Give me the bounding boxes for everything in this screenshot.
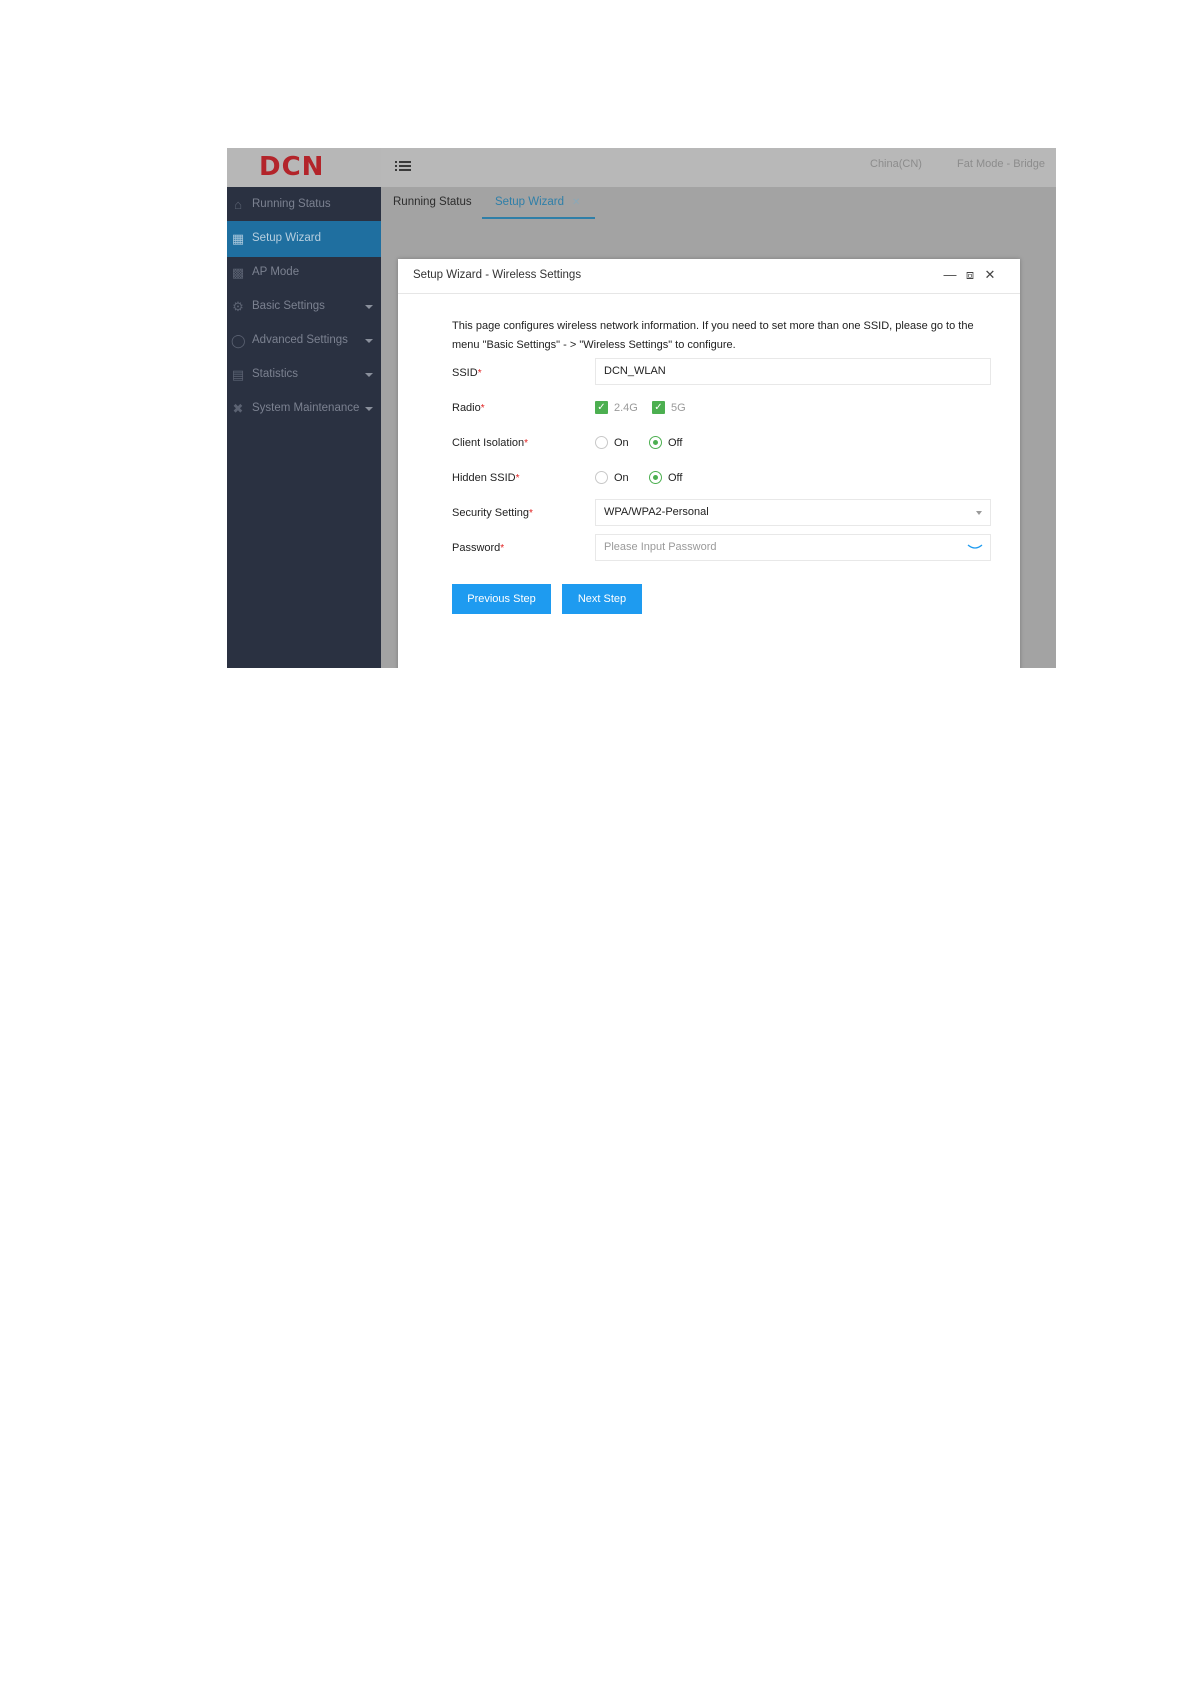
maximize-icon[interactable]: ⧈ xyxy=(962,267,978,283)
dcn-logo: DCN xyxy=(259,152,325,182)
hidden-ssid-on-label: On xyxy=(614,472,629,484)
router-admin-screenshot: DCN China(CN) Fat Mode - Bridge ⌂ Runnin… xyxy=(227,148,1056,668)
sidebar-item-label: System Maintenance xyxy=(252,402,360,414)
radio-5g-label: 5G xyxy=(671,402,686,414)
client-isolation-on-label: On xyxy=(614,437,629,449)
sidebar-item-label: Setup Wizard xyxy=(252,232,322,244)
chevron-down-icon xyxy=(365,339,373,343)
minimize-icon[interactable]: — xyxy=(942,267,958,283)
gear-icon: ⚙ xyxy=(232,299,244,314)
client-isolation-label: Client Isolation* xyxy=(452,437,529,449)
hidden-ssid-off-label: Off xyxy=(668,472,683,484)
home-icon: ⌂ xyxy=(234,197,242,212)
chevron-down-icon xyxy=(365,373,373,377)
chevron-down-icon xyxy=(976,511,982,515)
chevron-down-icon xyxy=(365,305,373,309)
client-isolation-off-label: Off xyxy=(668,437,683,449)
logo-area: DCN xyxy=(227,148,381,187)
radio-2g-checkbox[interactable]: ✓ xyxy=(595,401,608,414)
sidebar-item-label: Statistics xyxy=(252,368,299,380)
list-icon: ▤ xyxy=(231,367,245,382)
password-input[interactable]: Please Input Password xyxy=(595,534,991,561)
top-header-bar: DCN China(CN) Fat Mode - Bridge xyxy=(227,148,1056,187)
sidebar-item-label: AP Mode xyxy=(252,266,300,278)
sidebar-item-basic-settings[interactable]: ⚙ Basic Settings xyxy=(227,289,381,325)
grid-icon: ▩ xyxy=(231,265,245,280)
sidebar-item-setup-wizard[interactable]: ▦ Setup Wizard xyxy=(227,221,381,257)
sidebar-item-advanced-settings[interactable]: ◯ Advanced Settings xyxy=(227,323,381,359)
chevron-down-icon xyxy=(365,407,373,411)
security-setting-value: WPA/WPA2-Personal xyxy=(604,506,709,518)
radio-5g-checkbox[interactable]: ✓ xyxy=(652,401,665,414)
security-setting-label: Security Setting* xyxy=(452,507,533,519)
dialog-header: Setup Wizard - Wireless Settings — ⧈ ✕ xyxy=(398,259,1020,294)
sidebar-item-label: Basic Settings xyxy=(252,300,325,312)
radio-label: Radio* xyxy=(452,402,485,414)
circle-icon: ◯ xyxy=(231,333,246,348)
setup-wizard-dialog: Setup Wizard - Wireless Settings — ⧈ ✕ T… xyxy=(398,259,1020,668)
client-isolation-on-radio[interactable] xyxy=(595,436,608,449)
sidebar-item-ap-mode[interactable]: ▩ AP Mode xyxy=(227,255,381,291)
security-setting-select[interactable]: WPA/WPA2-Personal xyxy=(595,499,991,526)
ssid-label: SSID* xyxy=(452,367,482,379)
sidebar-item-label: Advanced Settings xyxy=(252,334,348,346)
dialog-description: This page configures wireless network in… xyxy=(452,320,974,351)
sidebar-item-label: Running Status xyxy=(252,198,331,210)
tab-close-icon[interactable]: ✕ xyxy=(572,197,580,208)
hidden-ssid-on-radio[interactable] xyxy=(595,471,608,484)
client-isolation-off-radio[interactable] xyxy=(649,436,662,449)
sidebar-nav: ⌂ Running Status ▦ Setup Wizard ▩ AP Mod… xyxy=(227,187,381,668)
eye-closed-icon[interactable] xyxy=(967,542,983,552)
tab-label: Running Status xyxy=(393,196,472,208)
close-icon[interactable]: ✕ xyxy=(982,267,998,283)
radio-2g-label: 2.4G xyxy=(614,402,638,414)
tab-setup-wizard[interactable]: Setup Wizard ✕ xyxy=(495,196,580,208)
sidebar-item-running-status[interactable]: ⌂ Running Status xyxy=(227,187,381,223)
next-step-button[interactable]: Next Step xyxy=(562,584,642,614)
ssid-input[interactable]: DCN_WLAN xyxy=(595,358,991,385)
tab-running-status[interactable]: Running Status xyxy=(393,196,472,208)
tab-label: Setup Wizard xyxy=(495,196,565,208)
hidden-ssid-label: Hidden SSID* xyxy=(452,472,520,484)
sidebar-item-system-maintenance[interactable]: ✖ System Maintenance xyxy=(227,391,381,427)
mode-indicator[interactable]: Fat Mode - Bridge xyxy=(957,158,1045,170)
password-label: Password* xyxy=(452,542,505,554)
password-placeholder: Please Input Password xyxy=(604,541,717,553)
hidden-ssid-off-radio[interactable] xyxy=(649,471,662,484)
dialog-title: Setup Wizard - Wireless Settings xyxy=(413,269,582,281)
menu-toggle-icon[interactable] xyxy=(395,156,415,176)
previous-step-button[interactable]: Previous Step xyxy=(452,584,551,614)
active-tab-indicator xyxy=(482,217,595,219)
region-indicator[interactable]: China(CN) xyxy=(870,158,922,170)
wizard-icon: ▦ xyxy=(231,231,245,246)
tools-icon: ✖ xyxy=(232,401,244,416)
sidebar-item-statistics[interactable]: ▤ Statistics xyxy=(227,357,381,393)
